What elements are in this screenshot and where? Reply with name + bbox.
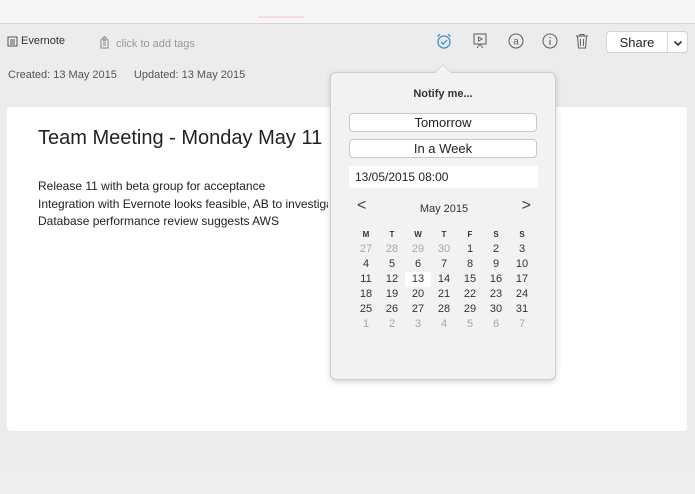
weekday-row: MTWTFSS [353,227,535,242]
at-sign-icon[interactable]: a [506,31,526,51]
created-date: Created: 13 May 2015 [8,69,117,81]
chevron-down-icon [673,35,683,50]
weekday-label: M [362,230,370,239]
note-title[interactable]: Team Meeting - Monday May 11 [38,127,338,150]
calendar-day[interactable]: 17 [509,272,535,287]
calendar-week: 25 26 27 28 29 30 31 [353,302,535,317]
calendar-grid: M T W T F S S 27 28 29 30 1 2 3 4 5 6 7 8 9 10 11 12 13 14 15 16 17… [353,227,535,332]
calendar-day[interactable]: 26 [379,302,405,317]
share-button-group: Share [606,31,688,53]
notebook-icon [7,36,18,47]
calendar-day[interactable]: 29 [405,242,431,257]
calendar-month-label: May 2015 [419,203,469,215]
calendar-day[interactable]: 3 [405,317,431,332]
bottom-bar [0,471,695,494]
calendar-day[interactable]: 6 [483,317,509,332]
calendar-day[interactable]: 5 [379,257,405,272]
calendar-day[interactable]: 4 [353,257,379,272]
calendar-week: 1234567 [353,317,535,332]
calendar-day[interactable]: 28 [431,302,457,317]
weekday-label: T [389,230,395,239]
calendar-day[interactable]: 30 [483,302,509,317]
tags-field[interactable]: click to add tags [99,35,195,52]
calendar-day[interactable]: 2 [483,242,509,257]
note-body[interactable]: Release 11 with beta group for acceptanc… [38,178,328,231]
calendar-day[interactable]: 9 [483,257,509,272]
next-month-button[interactable]: > [522,197,531,215]
reminder-popover: Notify me... Tomorrow In a Week 13/05/20… [330,64,556,380]
calendar-day[interactable]: 15 [457,272,483,287]
calendar-day-today[interactable]: 13 [405,272,431,287]
notebook-selector[interactable]: Evernote [7,35,65,47]
calendar-week: 27 28 29 30 1 2 3 [353,242,535,257]
calendar-day[interactable]: 30 [431,242,457,257]
calendar-day[interactable]: 19 [379,287,405,302]
calendar-day[interactable]: 27 [353,242,379,257]
calendar-day[interactable]: 10 [509,257,535,272]
calendar-day[interactable]: 1 [353,317,379,332]
tags-placeholder: click to add tags [116,37,195,50]
updated-date: Updated: 13 May 2015 [133,69,246,81]
info-icon[interactable] [540,31,560,51]
svg-text:a: a [513,37,519,48]
calendar-header: < May 2015 > [349,197,539,215]
weekday-label: W [414,230,422,239]
calendar-day[interactable]: 20 [405,287,431,302]
calendar-day[interactable]: 6 [405,257,431,272]
note-metadata: Created: 13 May 2015 Updated: 13 May 201… [8,69,259,81]
calendar-day[interactable]: 23 [483,287,509,302]
note-line: Integration with Evernote looks feasible… [38,196,328,211]
calendar-day[interactable]: 4 [431,317,457,332]
calendar-day[interactable]: 31 [509,302,535,317]
calendar-day[interactable]: 8 [457,257,483,272]
presentation-icon[interactable] [470,31,490,51]
weekday-label: F [467,230,473,239]
popover-arrow-fill [435,65,451,73]
calendar-day[interactable]: 2 [379,317,405,332]
tag-icon [99,35,110,52]
calendar-day[interactable]: 18 [353,287,379,302]
calendar-day[interactable]: 11 [353,272,379,287]
tomorrow-button[interactable]: Tomorrow [349,113,537,132]
notebook-label: Evernote [21,35,66,47]
calendar-day[interactable]: 27 [405,302,431,317]
weekday-label: T [441,230,447,239]
calendar-week: 18 19 20 21 22 23 24 [353,287,535,302]
calendar-day[interactable]: 25 [353,302,379,317]
share-button[interactable]: Share [607,32,668,52]
calendar-day[interactable]: 7 [509,317,535,332]
note-line: Database performance review suggests AWS [38,214,280,228]
weekday-label: S [493,230,499,239]
window-titlebar [0,0,695,24]
weekday-label: S [519,230,525,239]
note-line: Release 11 with beta group for acceptanc… [38,179,266,193]
calendar-day[interactable]: 1 [457,242,483,257]
calendar-day[interactable]: 12 [379,272,405,287]
calendar-day[interactable]: 3 [509,242,535,257]
calendar-day[interactable]: 22 [457,287,483,302]
calendar-day[interactable]: 7 [431,257,457,272]
calendar-day[interactable]: 21 [431,287,457,302]
trash-icon[interactable] [572,31,592,51]
datetime-input[interactable]: 13/05/2015 08:00 [349,166,538,188]
calendar-day[interactable]: 14 [431,272,457,287]
in-a-week-button[interactable]: In a Week [349,139,537,158]
calendar-week: 11 12 13 14 15 16 17 [353,272,535,287]
calendar-day[interactable]: 16 [483,272,509,287]
alarm-clock-icon[interactable] [434,31,454,51]
share-menu-button[interactable] [668,32,687,52]
calendar-week: 4 5 6 7 8 9 10 [353,257,535,272]
calendar-day[interactable]: 5 [457,317,483,332]
calendar-day[interactable]: 29 [457,302,483,317]
calendar-day[interactable]: 28 [379,242,405,257]
titlebar-accent [258,16,304,18]
calendar-day[interactable]: 24 [509,287,535,302]
popover-title: Notify me... [413,88,473,100]
